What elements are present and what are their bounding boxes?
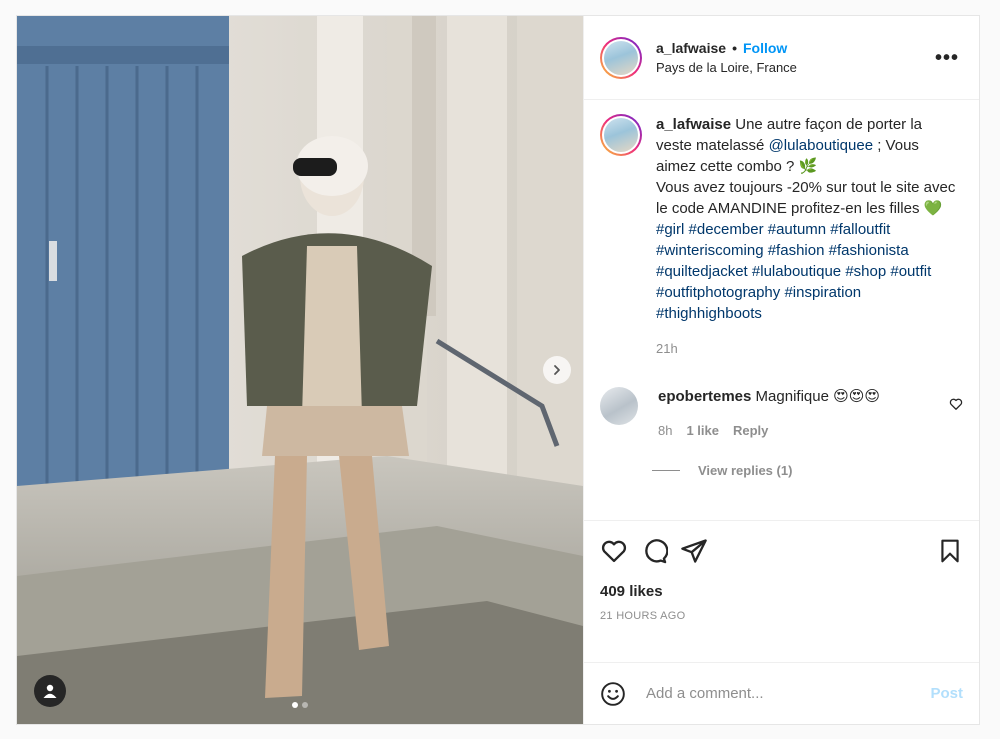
post-photo[interactable]: [17, 16, 583, 724]
carousel-next-button[interactable]: [543, 356, 571, 384]
heart-icon: [949, 398, 963, 410]
comments-area[interactable]: a_lafwaise Une autre façon de porter la …: [584, 100, 979, 520]
caption: a_lafwaise Une autre façon de porter la …: [600, 114, 963, 359]
hashtag-link[interactable]: #quiltedjacket: [656, 263, 748, 280]
caption-mention[interactable]: @lulaboutiquee: [769, 137, 873, 154]
hashtag-link[interactable]: #autumn: [768, 221, 826, 238]
emoji-button[interactable]: [600, 681, 626, 707]
separator-dot: •: [732, 40, 737, 56]
hashtag-link[interactable]: #lulaboutique: [752, 263, 841, 280]
share-button[interactable]: [680, 537, 708, 565]
hashtag-link[interactable]: #winteriscoming: [656, 242, 764, 259]
commenter-avatar[interactable]: [600, 387, 638, 425]
carousel-dot: [302, 702, 308, 708]
follow-button[interactable]: Follow: [743, 40, 787, 56]
comment-likes[interactable]: 1 like: [686, 421, 719, 441]
comment-composer: Post: [584, 662, 979, 724]
post-comment-button[interactable]: Post: [930, 685, 963, 702]
comment-input[interactable]: [644, 684, 931, 703]
hashtag-link[interactable]: #december: [689, 221, 764, 238]
hashtag-list: #girl #december #autumn #falloutfit #win…: [656, 221, 931, 322]
comment-like-button[interactable]: [949, 397, 963, 416]
like-button[interactable]: [600, 537, 628, 565]
hashtag-link[interactable]: #girl: [656, 221, 684, 238]
post-modal: a_lafwaise • Follow Pays de la Loire, Fr…: [17, 16, 979, 724]
post-actions: 409 likes 21 HOURS AGO: [584, 520, 979, 662]
comment-button[interactable]: [640, 537, 668, 565]
carousel-dot: [292, 702, 298, 708]
comment-text: Magnifique 😍😍😍: [751, 388, 881, 405]
hashtag-link[interactable]: #inspiration: [784, 284, 861, 301]
save-button[interactable]: [937, 537, 963, 565]
hashtag-link[interactable]: #fashionista: [829, 242, 909, 259]
post-header: a_lafwaise • Follow Pays de la Loire, Fr…: [584, 16, 979, 100]
comment: epobertemes Magnifique 😍😍😍 8h 1 like Rep…: [600, 387, 963, 441]
emoji-icon: [601, 681, 625, 706]
comment-time[interactable]: 8h: [658, 421, 672, 441]
hashtag-link[interactable]: #outfitphotography: [656, 284, 780, 301]
hashtag-link[interactable]: #outfit: [890, 263, 931, 280]
more-icon[interactable]: •••: [931, 48, 963, 68]
user-tag-button[interactable]: [34, 675, 66, 707]
caption-text: Vous avez toujours -20% sur tout le site…: [656, 179, 956, 217]
caption-time[interactable]: 21h: [656, 338, 956, 359]
hashtag-link[interactable]: #thighhighboots: [656, 305, 762, 322]
comment-icon: [645, 539, 668, 564]
view-replies-label: View replies (1): [698, 463, 793, 478]
hashtag-link[interactable]: #shop: [845, 263, 886, 280]
post-time[interactable]: 21 HOURS AGO: [600, 610, 963, 622]
post-location[interactable]: Pays de la Loire, France: [656, 60, 931, 75]
view-replies-button[interactable]: View replies (1): [652, 463, 963, 478]
bookmark-icon: [941, 539, 959, 563]
hashtag-link[interactable]: #fashion: [768, 242, 825, 259]
caption-username[interactable]: a_lafwaise: [656, 116, 731, 133]
chevron-right-icon: [554, 365, 560, 375]
hashtag-link[interactable]: #falloutfit: [830, 221, 890, 238]
share-icon: [681, 539, 707, 563]
reply-button[interactable]: Reply: [733, 421, 768, 441]
carousel-indicator: [292, 702, 308, 708]
user-tag-icon: [43, 684, 57, 698]
likes-count[interactable]: 409 likes: [600, 583, 963, 600]
commenter-username[interactable]: epobertemes: [658, 388, 751, 405]
post-side-panel: a_lafwaise • Follow Pays de la Loire, Fr…: [583, 16, 979, 724]
author-avatar[interactable]: [600, 36, 642, 79]
caption-avatar[interactable]: [600, 114, 642, 156]
heart-icon: [601, 540, 627, 563]
author-username[interactable]: a_lafwaise: [656, 40, 726, 56]
photo-illustration: [17, 16, 583, 724]
